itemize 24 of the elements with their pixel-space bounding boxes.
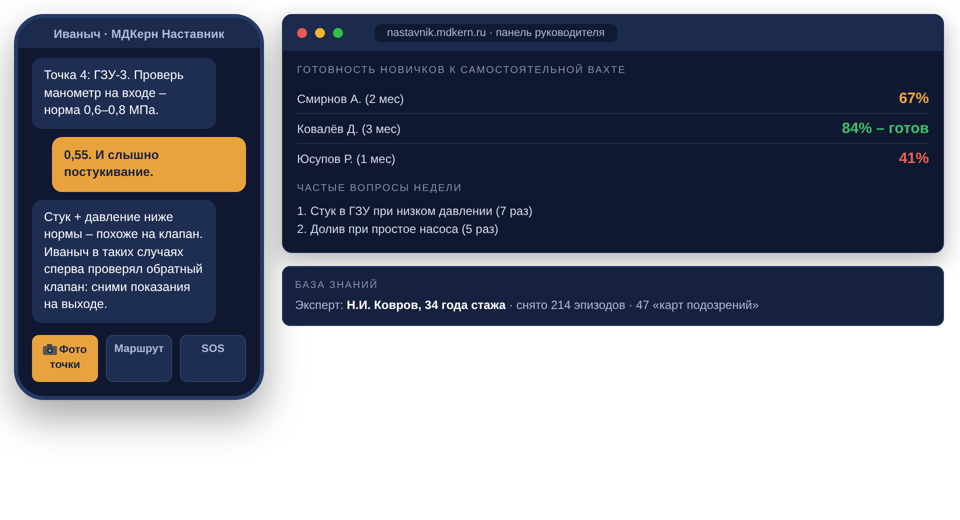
maximize-icon[interactable] — [333, 28, 343, 38]
question-item: 1. Стук в ГЗУ при низком давлении (7 раз) — [297, 203, 534, 220]
readiness-value: 41% — [898, 150, 929, 167]
chat-title: Иваныч · МДКерн Наставник — [18, 18, 260, 48]
readiness-value: 67% — [898, 90, 929, 107]
readiness-value: 84% – готов — [842, 120, 929, 137]
trainee-name: Юсупов Р. (1 мес) — [297, 152, 396, 166]
trainee-name: Ковалёв Д. (3 мес) — [297, 122, 401, 136]
question-item: 2. Долив при простое насоса (5 раз) — [297, 221, 500, 238]
camera-icon — [43, 344, 58, 355]
trainee-name: Смирнов А. (2 мес) — [297, 92, 404, 106]
action-button[interactable]: Маршрут — [106, 334, 172, 382]
action-button[interactable]: SOS — [180, 334, 246, 382]
action-button[interactable]: Фото точки — [32, 334, 98, 382]
address-bar[interactable]: nastavnik.mdkern.ru · панель руководителя — [375, 24, 617, 42]
bot-message: Точка 4: ГЗУ-3. Проверь манометр на входе – норма 0,6–0,8 МПа. — [32, 58, 216, 128]
expert-info: Эксперт: Н.И. Ковров, 34 года стажа · снято 214 эпизодов · 47 «карт подозрений» — [295, 298, 760, 312]
close-icon[interactable] — [297, 28, 307, 38]
minimize-icon[interactable] — [315, 28, 325, 38]
user-message: 0,55. И слышно постукивание. — [52, 136, 246, 192]
section-heading: ЧАСТЫЕ ВОПРОСЫ НЕДЕЛИ — [297, 183, 464, 194]
bot-message: Стук + давление ниже нормы – похоже на клапан. Иваныч в таких случаях сперва проверял обратный клапан: сними показания на выходе. — [32, 200, 216, 322]
section-heading: ГОТОВНОСТЬ НОВИЧКОВ К САМОСТОЯТЕЛЬНОЙ ВАХТЕ — [297, 65, 628, 76]
card-heading: БАЗА ЗНАНИЙ — [295, 280, 380, 291]
